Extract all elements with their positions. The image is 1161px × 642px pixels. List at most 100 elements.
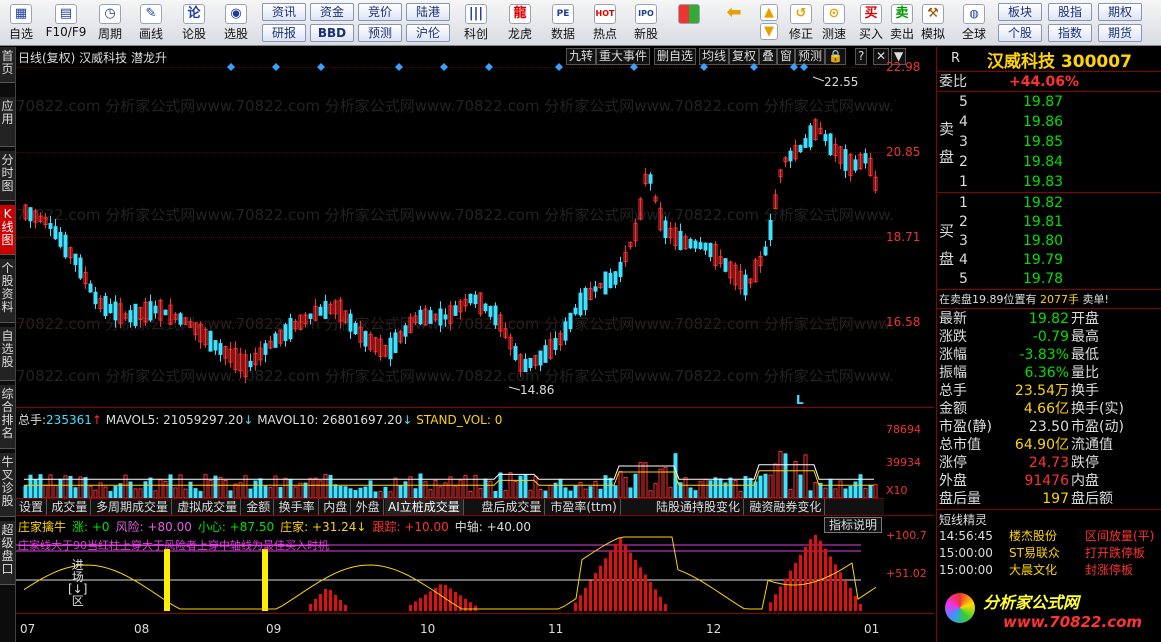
nav-watchlist[interactable]: 自选股 bbox=[0, 327, 15, 381]
toolbar-draw[interactable]: ✎ 画线 bbox=[131, 2, 171, 44]
indicator-bar bbox=[409, 604, 412, 611]
toolbar-layout[interactable] bbox=[672, 2, 706, 44]
toolbar-dragon[interactable]: 龍龙虎 bbox=[500, 2, 540, 44]
volume-bar bbox=[598, 488, 603, 498]
entry-zone-label: 进场 [↓] 区 bbox=[68, 558, 88, 608]
event-marker bbox=[227, 63, 235, 71]
sub-tab[interactable]: 内盘 bbox=[320, 499, 352, 515]
indicator-bar bbox=[859, 603, 862, 611]
btn-hk[interactable]: 陆港 bbox=[406, 3, 450, 21]
toolbar-f10[interactable]: ▤ F10/F9 bbox=[42, 2, 90, 44]
sub-tab[interactable]: 金额 bbox=[243, 499, 275, 515]
volume-bar bbox=[118, 483, 123, 498]
news-item[interactable]: 15:00:00 大晨文化 封涨停板 bbox=[937, 561, 1161, 579]
sub-tab[interactable]: 融资融券变化 bbox=[746, 499, 826, 515]
btn-index-future[interactable]: 股指 bbox=[1048, 3, 1092, 21]
toolbar-up-down[interactable]: ▲ ▼ bbox=[756, 2, 782, 44]
toolbar-watchlist[interactable]: ▦ 自选 bbox=[2, 2, 40, 44]
btn-auction[interactable]: 竞价 bbox=[358, 3, 402, 21]
toolbar-buy[interactable]: 买买入 bbox=[856, 2, 886, 44]
nav-kline[interactable]: K线图 bbox=[0, 205, 15, 255]
indicator-bar bbox=[804, 547, 807, 611]
btn-news[interactable]: 资讯 bbox=[262, 3, 306, 21]
sub-tab[interactable]: 外盘 bbox=[353, 499, 384, 515]
btn-sector[interactable]: 板块 bbox=[998, 3, 1042, 21]
volume-bar bbox=[393, 477, 398, 498]
quote-row: 涨幅 -3.83% 最低 bbox=[939, 347, 1099, 363]
toolbar-sell[interactable]: 卖卖出 bbox=[887, 2, 917, 44]
volume-bar bbox=[618, 471, 623, 498]
indicator-bar bbox=[314, 599, 317, 611]
volume-bar bbox=[823, 487, 828, 498]
sub-tab[interactable]: 设置 bbox=[16, 499, 48, 515]
volume-bar bbox=[223, 480, 228, 498]
candlestick-chart[interactable] bbox=[16, 47, 884, 407]
volume-bar bbox=[648, 490, 653, 498]
volume-bar bbox=[88, 485, 93, 498]
indicator-value: 跟踪: +10.00 bbox=[372, 520, 449, 534]
toolbar-speedtest[interactable]: ⊙ 测速 bbox=[818, 2, 850, 44]
candle-body bbox=[323, 300, 328, 320]
volume-bar bbox=[383, 486, 388, 498]
toolbar-period[interactable]: ◷ 周期 bbox=[90, 2, 130, 44]
candle-body bbox=[698, 242, 703, 250]
candle-body bbox=[763, 246, 768, 256]
toolbar-hot[interactable]: HOT 热点 bbox=[585, 2, 625, 44]
btn-london[interactable]: 沪伦 bbox=[406, 24, 450, 42]
btn-report[interactable]: 研报 bbox=[262, 24, 306, 42]
volume-bar bbox=[423, 481, 428, 498]
candle-body bbox=[788, 150, 793, 162]
btn-bbd[interactable]: BBD bbox=[310, 24, 354, 42]
btn-forecast[interactable]: 预测 bbox=[358, 24, 402, 42]
toolbar-fix[interactable]: ↺ 修正 bbox=[785, 2, 817, 44]
nav-profile[interactable]: 个股资料 bbox=[0, 259, 15, 323]
indicator-bar bbox=[649, 581, 652, 611]
toolbar-data[interactable]: PE 数据 bbox=[543, 2, 583, 44]
kline-chart-area[interactable]: 日线(复权) 汉威科技 潜龙升 九转 重大事件 删自选 均线 复权叠窗预测 🔒? ✕ ▼ 70… bbox=[16, 47, 934, 642]
toolbar-global[interactable]: ◍ 全球 bbox=[954, 2, 994, 44]
sub-tab[interactable]: 成交量 bbox=[48, 499, 92, 515]
btn-index[interactable]: 指数 bbox=[1048, 24, 1092, 42]
indicator-bar bbox=[664, 604, 667, 611]
toolbar-ipo[interactable]: IPO 新股 bbox=[626, 2, 666, 44]
nav-diagnose[interactable]: 牛叉诊股 bbox=[0, 453, 15, 517]
news-item[interactable]: 15:00:00 ST易联众 打开跌停板 bbox=[937, 544, 1161, 562]
volume-bar bbox=[428, 489, 433, 498]
indicator-help-button[interactable]: 指标说明 bbox=[824, 517, 883, 533]
volume-bar bbox=[453, 485, 458, 498]
sub-tab[interactable]: 陆股通持股变化 bbox=[653, 499, 745, 515]
volume-bar bbox=[73, 487, 78, 498]
price-axis-label: 20.85 bbox=[886, 145, 921, 159]
nav-orderbook[interactable]: 超级盘口 bbox=[0, 521, 15, 585]
sub-tab[interactable]: 盘后成交量 bbox=[478, 499, 546, 515]
nav-home[interactable]: 首页 bbox=[0, 47, 15, 83]
candle-body bbox=[318, 306, 323, 316]
toolbar-back[interactable]: ⬅ bbox=[716, 2, 752, 44]
volume-bar bbox=[528, 489, 533, 498]
toolbar-forum[interactable]: 论论股 bbox=[174, 2, 214, 44]
sub-tab[interactable]: 换手率 bbox=[276, 499, 319, 515]
btn-fund[interactable]: 资金 bbox=[310, 3, 354, 21]
sub-tab[interactable]: 市盈率(ttm) bbox=[547, 499, 621, 515]
nav-ranking[interactable]: 综合排名 bbox=[0, 385, 15, 449]
btn-stock[interactable]: 个股 bbox=[998, 24, 1042, 42]
volume-bar bbox=[398, 485, 403, 498]
toolbar-screener[interactable]: ◉ 选股 bbox=[216, 2, 256, 44]
sub-tab[interactable]: 虚拟成交量 bbox=[174, 499, 242, 515]
toolbar-star[interactable]: ||| 科创 bbox=[456, 2, 496, 44]
clock-icon: ◷ bbox=[99, 4, 121, 24]
nav-apps[interactable]: 应用 bbox=[0, 97, 15, 147]
sub-tab[interactable]: 多周期成交量 bbox=[93, 499, 173, 515]
quote-row: 外盘 91476 内盘 bbox=[939, 473, 1099, 489]
btn-options[interactable]: 期权 bbox=[1098, 3, 1142, 21]
volume-bar bbox=[623, 476, 628, 498]
candle-body bbox=[693, 240, 698, 249]
volume-bar bbox=[333, 484, 338, 498]
indicator-bar bbox=[419, 598, 422, 611]
nav-timeshare[interactable]: 分时图 bbox=[0, 151, 15, 201]
btn-futures[interactable]: 期货 bbox=[1098, 24, 1142, 42]
sub-tab[interactable]: AI立桩成交量 bbox=[385, 499, 464, 515]
toolbar-sim[interactable]: ⚒ 模拟 bbox=[918, 2, 948, 44]
news-item[interactable]: 14:56:45 楼杰股份 区间放量(平) bbox=[937, 527, 1161, 545]
volume-bar bbox=[343, 486, 348, 498]
